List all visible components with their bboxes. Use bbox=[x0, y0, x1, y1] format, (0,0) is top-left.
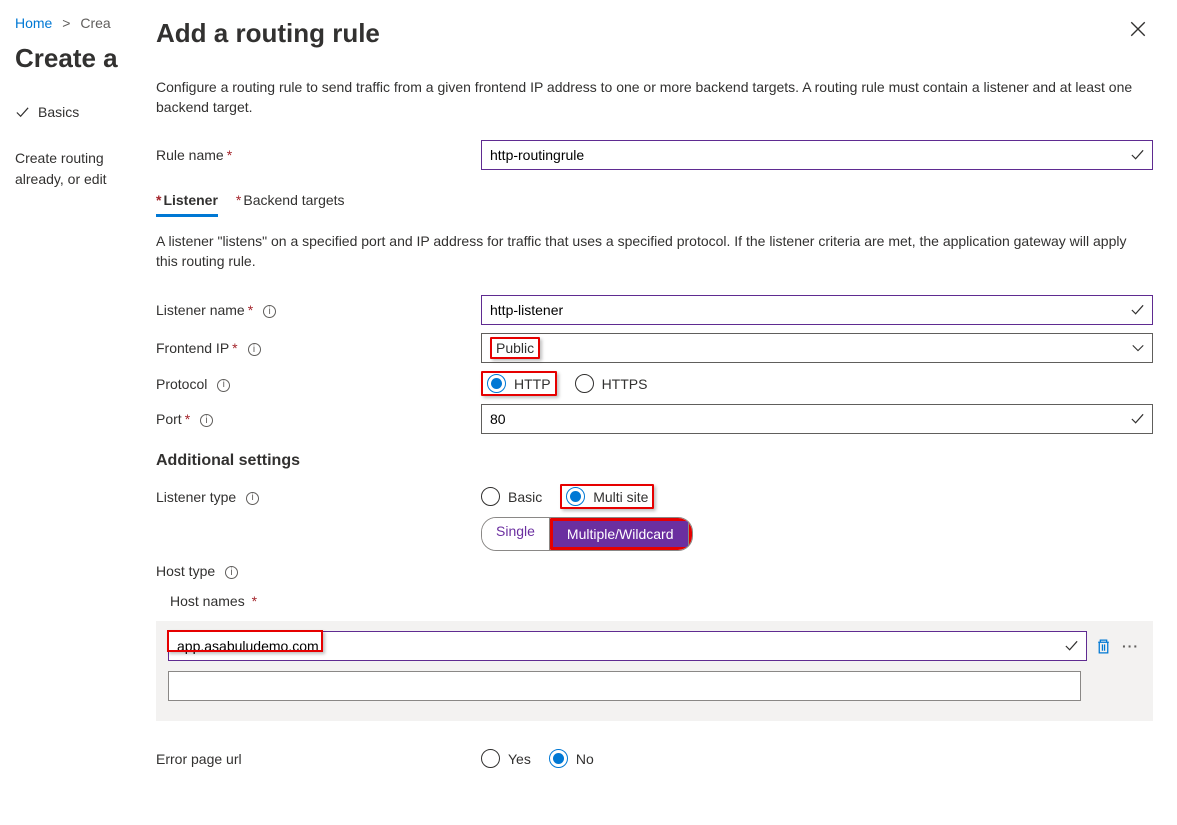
additional-settings-heading: Additional settings bbox=[156, 452, 1153, 470]
error-page-yes-radio[interactable]: Yes bbox=[481, 749, 531, 768]
port-input[interactable] bbox=[481, 404, 1153, 434]
close-button[interactable] bbox=[1129, 20, 1147, 38]
info-icon[interactable]: i bbox=[225, 566, 238, 579]
protocol-label: Protocol i bbox=[156, 376, 481, 392]
tabs: *Listener *Backend targets bbox=[156, 192, 1153, 217]
protocol-http-radio[interactable]: HTTP bbox=[487, 374, 551, 393]
left-desc: Create routing already, or edit bbox=[15, 148, 118, 190]
info-icon[interactable]: i bbox=[200, 414, 213, 427]
more-icon[interactable]: ··· bbox=[1120, 638, 1141, 654]
host-name-input-0[interactable] bbox=[168, 631, 1087, 661]
frontend-ip-select[interactable]: Public bbox=[481, 333, 1153, 363]
trash-icon[interactable] bbox=[1095, 638, 1112, 655]
background-page: Home > Crea Create a Basics Create routi… bbox=[0, 0, 118, 796]
breadcrumb: Home > Crea bbox=[15, 15, 118, 31]
info-icon[interactable]: i bbox=[246, 492, 259, 505]
breadcrumb-sep: > bbox=[62, 15, 70, 31]
listener-description: A listener "listens" on a specified port… bbox=[156, 231, 1146, 272]
rule-name-label: Rule name* bbox=[156, 147, 481, 163]
highlight-public: Public bbox=[490, 337, 540, 359]
host-type-label: Host type i bbox=[156, 563, 481, 579]
host-names-label: Host names * bbox=[156, 593, 1153, 609]
check-icon bbox=[1130, 303, 1145, 318]
info-icon[interactable]: i bbox=[217, 379, 230, 392]
panel-title: Add a routing rule bbox=[156, 18, 1153, 49]
breadcrumb-home[interactable]: Home bbox=[15, 15, 52, 31]
port-label: Port* i bbox=[156, 411, 481, 427]
highlight-multisite: Multi site bbox=[560, 484, 654, 509]
panel-description: Configure a routing rule to send traffic… bbox=[156, 77, 1136, 118]
chevron-down-icon bbox=[1131, 341, 1145, 355]
frontend-ip-label: Frontend IP* i bbox=[156, 340, 481, 356]
listener-type-label: Listener type i bbox=[156, 489, 481, 505]
host-type-multiple[interactable]: Multiple/Wildcard bbox=[553, 521, 689, 547]
protocol-https-radio[interactable]: HTTPS bbox=[575, 374, 648, 393]
listener-name-input[interactable] bbox=[481, 295, 1153, 325]
breadcrumb-current: Crea bbox=[80, 15, 110, 31]
host-names-block: app.asabuludemo.com ··· bbox=[156, 621, 1153, 721]
highlight-multiple-wildcard: Multiple/Wildcard bbox=[550, 518, 692, 550]
highlight-http: HTTP bbox=[481, 371, 557, 396]
check-icon bbox=[1130, 412, 1145, 427]
check-icon bbox=[1130, 147, 1145, 162]
rule-name-input[interactable] bbox=[481, 140, 1153, 170]
error-page-no-radio[interactable]: No bbox=[549, 749, 594, 768]
listener-name-label: Listener name* i bbox=[156, 302, 481, 318]
host-type-single[interactable]: Single bbox=[482, 518, 550, 550]
listener-type-multisite-radio[interactable]: Multi site bbox=[566, 487, 648, 506]
routing-rule-panel: Add a routing rule Configure a routing r… bbox=[128, 0, 1177, 796]
info-icon[interactable]: i bbox=[263, 305, 276, 318]
wizard-step-basics[interactable]: Basics bbox=[15, 104, 118, 120]
tab-listener[interactable]: *Listener bbox=[156, 192, 218, 217]
close-icon bbox=[1129, 20, 1147, 38]
check-icon bbox=[15, 105, 30, 120]
check-icon bbox=[1064, 639, 1079, 654]
listener-type-basic-radio[interactable]: Basic bbox=[481, 487, 542, 506]
info-icon[interactable]: i bbox=[248, 343, 261, 356]
page-title: Create a bbox=[15, 43, 118, 74]
error-page-url-label: Error page url bbox=[156, 751, 481, 767]
host-type-toggle: Single Multiple/Wildcard bbox=[481, 517, 693, 551]
host-name-input-1[interactable] bbox=[168, 671, 1081, 701]
tab-backend-targets[interactable]: *Backend targets bbox=[236, 192, 345, 217]
